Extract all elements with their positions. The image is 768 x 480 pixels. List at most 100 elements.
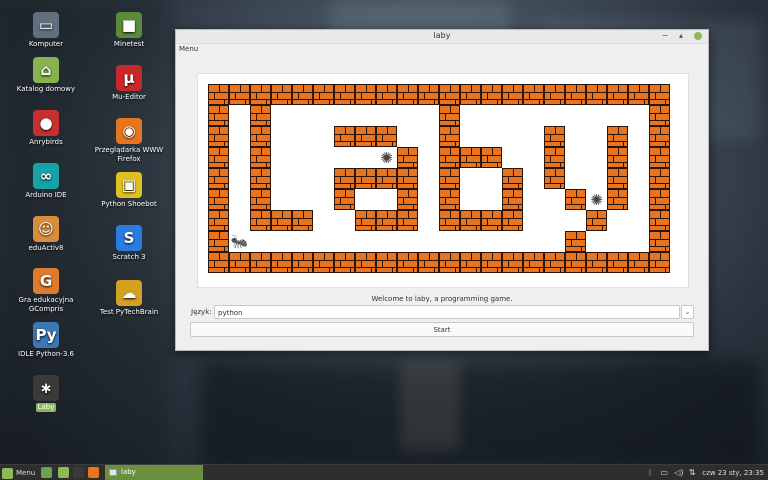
maze-wall [439,105,460,126]
maze-wall [439,168,460,189]
maze-wall [397,147,418,168]
maze-wall [418,252,439,273]
maze-wall [439,189,460,210]
maze-wall [334,126,355,147]
scratch-icon: S [116,225,142,251]
language-label: Język: [191,308,212,316]
maze-wall [460,84,481,105]
maze-wall [376,126,397,147]
bluetooth-icon[interactable]: ᛒ [646,468,654,477]
maze-wall [649,231,670,252]
maze-wall [481,84,502,105]
maze-wall [250,210,271,231]
maze-wall [439,84,460,105]
window-title: laby [433,31,451,40]
desktop-icon-home-folder[interactable]: ⌂ Katalog domowy [6,57,86,94]
maze-wall [460,210,481,231]
desktop-icon-label: Mu-Editor [112,93,146,101]
launcher-show-desktop-icon[interactable] [41,467,52,478]
desktop-icon-label: Katalog domowy [16,85,76,93]
desktop-icon-computer[interactable]: ▭ Komputer [6,12,86,49]
taskbar-task-label: laby [121,468,136,476]
maze-wall [460,147,481,168]
mint-logo-icon [2,467,13,479]
maze-wall [208,210,229,231]
maze-wall [544,252,565,273]
taskbar-menu-button[interactable]: Menu [2,466,35,480]
taskbar-task-laby[interactable]: laby [105,465,203,480]
maximize-button[interactable]: ▴ [676,31,686,41]
close-button[interactable] [694,32,702,40]
maze-wall [250,126,271,147]
idle-python-icon: Py [33,322,59,348]
maze-wall [250,252,271,273]
maze-wall [208,147,229,168]
maze-wall [565,231,586,252]
maze-wall [376,210,397,231]
maze-wall [397,168,418,189]
desktop-icon-mu-editor[interactable]: μ Mu-Editor [89,65,169,102]
desktop-icon-eduactiv8[interactable]: ☺ eduActiv8 [6,216,86,253]
maze-wall [649,84,670,105]
launcher-files-icon[interactable] [58,467,69,478]
volume-icon[interactable]: ◁) [674,468,683,477]
maze-wall [544,168,565,189]
maze-wall [208,189,229,210]
maze-wall [250,168,271,189]
desktop-icon-label: Minetest [113,40,145,48]
language-input[interactable]: python [214,305,680,319]
maze-wall [355,168,376,189]
desktop-icon-laby[interactable]: ∗ Laby [6,375,86,412]
desktop-icon-scratch[interactable]: S Scratch 3 [89,225,169,262]
language-dropdown-button[interactable]: ⌄ [681,305,694,319]
desktop-icon-label: Laby [35,403,57,412]
desktop-icon-pytechbrain[interactable]: ☁ Test PyTechBrain [89,280,169,317]
minimize-button[interactable]: − [660,31,670,41]
taskbar-menu-label: Menu [16,469,36,477]
maze-wall [313,252,334,273]
pytechbrain-icon: ☁ [116,280,142,306]
maze-wall [439,147,460,168]
launcher-firefox-icon[interactable] [88,467,99,478]
desktop-icon-firefox[interactable]: ◉ Przeglądarka WWW Firefox [89,118,169,164]
gcompris-icon: G [33,268,59,294]
display-icon[interactable]: ▭ [660,468,668,477]
maze-wall [439,252,460,273]
maze-wall [229,84,250,105]
spider-web-icon: ✺ [380,148,393,167]
maze-wall [481,210,502,231]
desktop-icon-gcompris[interactable]: G Gra edukacyjna GCompris [6,268,86,314]
maze-wall [292,210,313,231]
maze-wall [376,252,397,273]
maze-wall [271,210,292,231]
desktop-icon-label: Scratch 3 [112,253,146,261]
menu-item[interactable]: Menu [179,45,198,53]
maze-wall [565,189,586,210]
network-icon[interactable]: ⇅ [688,468,696,477]
clock[interactable]: czw 23 sty, 23:35 [702,469,764,477]
maze-wall [649,105,670,126]
desktop-icon-python-shoebot[interactable]: ▣ Python Shoebot [89,172,169,209]
maze-wall [628,252,649,273]
desktop-icon-idle-python[interactable]: Py IDLE Python-3.6 [6,322,86,359]
maze-wall [271,252,292,273]
maze-wall [376,168,397,189]
maze-wall [355,126,376,147]
anrybirds-icon: ● [33,110,59,136]
desktop-icon-minetest[interactable]: ■ Minetest [89,12,169,49]
launcher-terminal-icon[interactable] [73,467,84,478]
maze-wall [586,252,607,273]
desktop-icon-anrybirds[interactable]: ● Anrybirds [6,110,86,147]
desktop-icon-label: Python Shoebot [101,200,157,208]
desktop-icon-arduino-ide[interactable]: ∞ Arduino IDE [6,163,86,200]
ant-icon: 🐜 [230,233,249,250]
maze-wall [397,84,418,105]
start-button[interactable]: Start [190,322,694,337]
desktop-icon-label: IDLE Python-3.6 [18,350,74,358]
window-titlebar[interactable]: laby − ▴ [176,30,708,44]
maze-wall [565,252,586,273]
maze-wall [250,147,271,168]
maze-wall [439,126,460,147]
maze-wall [649,126,670,147]
minetest-icon: ■ [116,12,142,38]
